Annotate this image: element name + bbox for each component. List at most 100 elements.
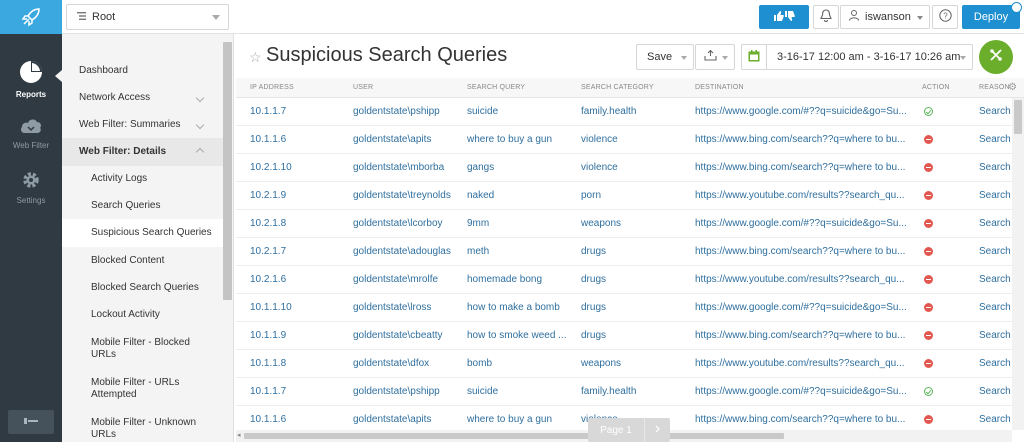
destination-cell[interactable]: https://www.youtube.com/results??search_…	[695, 266, 917, 293]
table-row[interactable]: 10.2.1.8 goldentstate\lcorboy 9mm weapons ht…	[236, 210, 1012, 238]
destination-cell[interactable]: https://www.google.com/#??q=suicide&go=S…	[695, 210, 917, 237]
destination-cell[interactable]: https://www.youtube.com/results??search_…	[695, 350, 917, 377]
search-query-cell[interactable]: 9mm	[467, 210, 579, 237]
user-cell[interactable]: goldentstate\apits	[353, 406, 465, 428]
destination-cell[interactable]: https://www.bing.com/search??q=where to …	[695, 406, 917, 428]
nav-item-mobile-filter-urls-attempted[interactable]: Mobile Filter - URLs Attempted	[62, 376, 197, 402]
ip-address-cell[interactable]: 10.1.1.9	[250, 322, 350, 349]
ip-address-cell[interactable]: 10.1.1.6	[250, 126, 350, 153]
user-cell[interactable]: goldentstate\apits	[353, 126, 465, 153]
user-cell[interactable]: goldentstate\pshipp	[353, 98, 465, 125]
rail-item-settings[interactable]: Settings	[0, 156, 62, 218]
collapse-sidebar-button[interactable]	[8, 410, 54, 434]
search-query-cell[interactable]: suicide	[467, 98, 579, 125]
scroll-left-icon[interactable]: ◂	[237, 431, 241, 439]
nav-scrollbar[interactable]	[223, 42, 232, 300]
nav-item-activity-logs[interactable]: Activity Logs	[62, 172, 223, 186]
table-row[interactable]: 10.1.1.9 goldentstate\cbeatty how to smoke…	[236, 322, 1012, 350]
destination-cell[interactable]: https://www.youtube.com/results??search_…	[695, 182, 917, 209]
ip-address-cell[interactable]: 10.2.1.7	[250, 238, 350, 265]
destination-cell[interactable]: https://www.bing.com/search??q=where to …	[695, 154, 917, 181]
user-cell[interactable]: goldentstate\dfox	[353, 350, 465, 377]
search-category-cell[interactable]: violence	[581, 154, 693, 181]
reason-cell[interactable]: Search	[979, 98, 1012, 125]
column-header-destination[interactable]: DESTINATION	[695, 78, 744, 98]
ip-address-cell[interactable]: 10.2.1.10	[250, 154, 350, 181]
nav-item-network-access[interactable]: Network Access	[62, 91, 223, 105]
help-button[interactable]: ?	[932, 5, 958, 29]
ip-address-cell[interactable]: 10.1.1.7	[250, 98, 350, 125]
column-header-search-query[interactable]: SEARCH QUERY	[467, 78, 525, 98]
column-header-user[interactable]: USER	[353, 78, 373, 98]
customize-report-button[interactable]	[979, 40, 1013, 74]
ip-address-cell[interactable]: 10.1.1.6	[250, 406, 350, 428]
nav-item-blocked-search-queries[interactable]: Blocked Search Queries	[62, 281, 223, 295]
nav-item-search-queries[interactable]: Search Queries	[62, 199, 223, 213]
nav-item-dashboard[interactable]: Dashboard	[62, 64, 223, 78]
scrollbar-thumb[interactable]	[1014, 100, 1022, 134]
table-row[interactable]: 10.2.1.10 goldentstate\mborba gangs violenc…	[236, 154, 1012, 182]
user-cell[interactable]: goldentstate\lcorboy	[353, 210, 465, 237]
search-query-cell[interactable]: where to buy a gun	[467, 126, 579, 153]
user-cell[interactable]: goldentstate\adouglas	[353, 238, 465, 265]
search-category-cell[interactable]: drugs	[581, 322, 693, 349]
search-query-cell[interactable]: suicide	[467, 378, 579, 405]
feedback-button[interactable]	[759, 5, 809, 29]
date-range-select[interactable]: 3-16-17 12:00 am - 3-16-17 10:26 am	[767, 44, 973, 70]
table-row[interactable]: 10.1.1.7 goldentstate\pshipp suicide family…	[236, 378, 1012, 406]
table-row[interactable]: 10.1.1.6 goldentstate\apits where to buy a…	[236, 126, 1012, 154]
user-cell[interactable]: goldentstate\cbeatty	[353, 322, 465, 349]
export-button[interactable]	[695, 44, 735, 70]
nav-item-lockout-activity[interactable]: Lockout Activity	[62, 308, 223, 322]
search-query-cell[interactable]: naked	[467, 182, 579, 209]
table-row[interactable]: 10.1.1.10 goldentstate\lross how to make a…	[236, 294, 1012, 322]
rail-item-reports[interactable]: Reports	[0, 48, 62, 110]
nav-item-web-filter-details[interactable]: Web Filter: Details	[62, 138, 223, 166]
ip-address-cell[interactable]: 10.2.1.8	[250, 210, 350, 237]
nav-item-blocked-content[interactable]: Blocked Content	[62, 254, 223, 268]
reason-cell[interactable]: Search	[979, 238, 1012, 265]
search-query-cell[interactable]: homemade bong	[467, 266, 579, 293]
notifications-button[interactable]	[813, 5, 839, 29]
destination-cell[interactable]: https://www.bing.com/search??q=where to …	[695, 238, 917, 265]
ip-address-cell[interactable]: 10.2.1.6	[250, 266, 350, 293]
search-query-cell[interactable]: bomb	[467, 350, 579, 377]
table-row[interactable]: 10.1.1.8 goldentstate\dfox bomb weapons http…	[236, 350, 1012, 378]
nav-item-mobile-filter-unknown-urls[interactable]: Mobile Filter - Unknown URLs	[62, 416, 197, 442]
reason-cell[interactable]: Search	[979, 294, 1012, 321]
root-select[interactable]: Root	[66, 4, 229, 30]
search-category-cell[interactable]: drugs	[581, 238, 693, 265]
calendar-button[interactable]	[741, 44, 767, 70]
search-category-cell[interactable]: family.health	[581, 98, 693, 125]
reason-cell[interactable]: Search	[979, 126, 1012, 153]
search-query-cell[interactable]: where to buy a gun	[467, 406, 579, 428]
user-cell[interactable]: goldentstate\pshipp	[353, 378, 465, 405]
user-menu-button[interactable]: iswanson	[840, 5, 930, 29]
search-category-cell[interactable]: weapons	[581, 210, 693, 237]
search-query-cell[interactable]: meth	[467, 238, 579, 265]
table-row[interactable]: 10.1.1.7 goldentstate\pshipp suicide family…	[236, 98, 1012, 126]
destination-cell[interactable]: https://www.bing.com/search??q=where to …	[695, 322, 917, 349]
favorite-star-icon[interactable]: ☆	[249, 49, 262, 66]
search-query-cell[interactable]: gangs	[467, 154, 579, 181]
rail-item-web-filter[interactable]: Web Filter	[0, 102, 62, 164]
destination-cell[interactable]: https://www.google.com/#??q=suicide&go=S…	[695, 294, 917, 321]
rocket-logo-icon[interactable]	[0, 0, 62, 34]
nav-item-web-filter-summaries[interactable]: Web Filter: Summaries	[62, 118, 223, 132]
destination-cell[interactable]: https://www.google.com/#??q=suicide&go=S…	[695, 98, 917, 125]
reason-cell[interactable]: Search	[979, 378, 1012, 405]
search-category-cell[interactable]: drugs	[581, 266, 693, 293]
search-category-cell[interactable]: porn	[581, 182, 693, 209]
reason-cell[interactable]: Search	[979, 350, 1012, 377]
scrollbar-thumb[interactable]	[244, 433, 784, 439]
user-cell[interactable]: goldentstate\mborba	[353, 154, 465, 181]
reason-cell[interactable]: Search	[979, 154, 1012, 181]
search-query-cell[interactable]: how to make a bomb	[467, 294, 579, 321]
destination-cell[interactable]: https://www.google.com/#??q=suicide&go=S…	[695, 378, 917, 405]
reason-cell[interactable]: Search	[979, 210, 1012, 237]
nav-item-mobile-filter-blocked-urls[interactable]: Mobile Filter - Blocked URLs	[62, 336, 197, 362]
table-row[interactable]: 10.2.1.6 goldentstate\mrolfe homemade bong…	[236, 266, 1012, 294]
search-category-cell[interactable]: drugs	[581, 294, 693, 321]
user-cell[interactable]: goldentstate\mrolfe	[353, 266, 465, 293]
search-query-cell[interactable]: how to smoke weed ...	[467, 322, 579, 349]
